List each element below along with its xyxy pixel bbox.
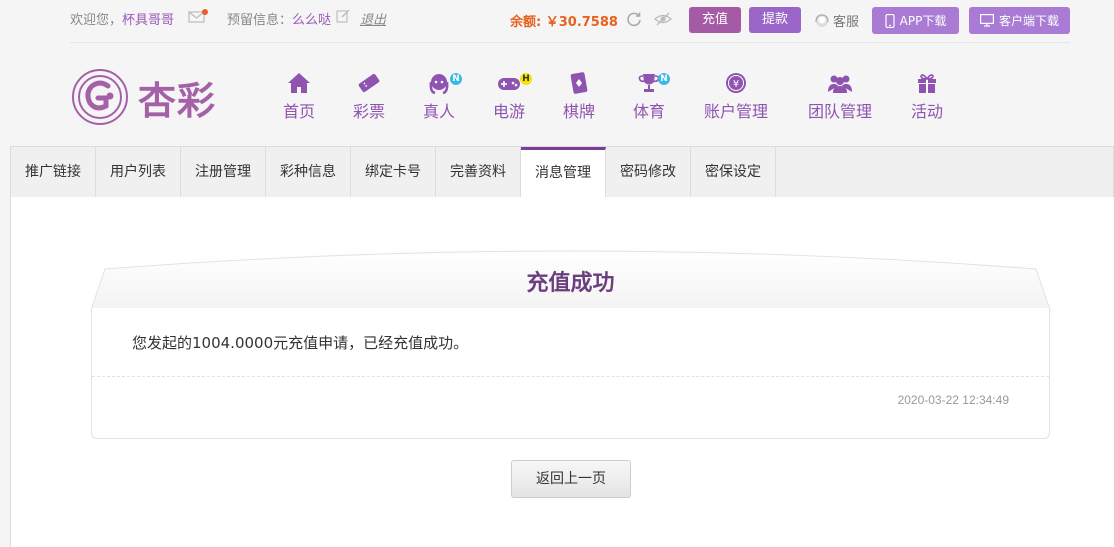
nav-label: 彩票	[352, 102, 385, 121]
top-bar: 欢迎您，杯具哥哥 预留信息：么么哒 退出 余额: ￥30.7588 充值 提款 …	[0, 0, 1114, 43]
reserve-prefix: 预留信息：	[227, 13, 293, 28]
monitor-icon	[979, 14, 994, 27]
team-icon	[828, 75, 852, 93]
message-card: 您发起的1004.0000元充值申请，已经充值成功。 2020-03-22 12…	[91, 308, 1050, 439]
tab-user-list[interactable]: 用户列表	[96, 147, 181, 197]
logout-link[interactable]: 退出	[360, 9, 386, 28]
nav-label: 电游	[492, 102, 525, 121]
nav-sports[interactable]: N 体育	[631, 72, 670, 122]
welcome-prefix: 欢迎您，	[70, 13, 123, 28]
client-download-button[interactable]: 客户端下载	[969, 7, 1070, 34]
nav-egame[interactable]: H 电游	[491, 72, 532, 122]
nav-home[interactable]: 首页	[281, 72, 317, 122]
tab-security[interactable]: 密保设定	[691, 147, 776, 197]
tab-profile[interactable]: 完善资料	[436, 147, 521, 197]
reserve-info: 预留信息：么么哒	[227, 9, 331, 28]
tab-lottery-info[interactable]: 彩种信息	[266, 147, 351, 197]
service-label: 客服	[833, 15, 860, 30]
tab-registration[interactable]: 注册管理	[181, 147, 266, 197]
yen-coin-icon: ¥	[726, 73, 746, 93]
message-body: 您发起的1004.0000元充值申请，已经充值成功。	[132, 334, 469, 352]
new-badge: N	[658, 73, 670, 85]
home-icon	[288, 73, 310, 93]
trophy-icon	[638, 74, 660, 92]
tab-messages[interactable]: 消息管理	[521, 147, 606, 198]
app-download-button[interactable]: APP下载	[872, 7, 959, 34]
nav-lottery[interactable]: 彩票	[351, 72, 387, 122]
live-dealer-icon	[429, 74, 449, 94]
gift-icon	[918, 74, 936, 93]
reserve-value: 么么哒	[292, 13, 332, 28]
nav-account[interactable]: ¥ 账户管理	[702, 72, 770, 122]
client-download-label: 客户端下载	[998, 14, 1059, 28]
nav-team[interactable]: 团队管理	[806, 72, 874, 122]
message-title: 充值成功	[526, 271, 615, 296]
nav-label: 团队管理	[807, 102, 872, 121]
top-divider	[70, 42, 1070, 43]
deposit-button[interactable]: 充值	[689, 7, 741, 33]
nav-label: 活动	[910, 102, 943, 121]
divider	[92, 376, 1049, 377]
nav-label: 真人	[422, 102, 455, 121]
headset-icon	[815, 13, 829, 27]
withdraw-button[interactable]: 提款	[749, 7, 801, 33]
nav-chess-cards[interactable]: 棋牌	[561, 72, 597, 122]
brand-name[interactable]: 杏彩	[138, 70, 216, 125]
message-panel: 充值成功 您发起的1004.0000元充值申请，已经充值成功。 2020-03-…	[10, 197, 1114, 547]
ticket-icon	[358, 73, 380, 93]
mail-icon[interactable]	[188, 9, 208, 23]
refresh-icon[interactable]	[626, 11, 642, 27]
welcome-text: 欢迎您，杯具哥哥	[70, 9, 174, 28]
username-link[interactable]: 杯具哥哥	[122, 13, 174, 28]
balance-display: 余额: ￥30.7588	[510, 15, 618, 30]
app-download-label: APP下载	[899, 14, 947, 28]
nav-label: 棋牌	[562, 102, 595, 121]
gamepad-icon	[498, 78, 520, 90]
cards-icon	[570, 72, 588, 94]
tab-bind-card[interactable]: 绑定卡号	[351, 147, 436, 197]
edit-icon[interactable]	[336, 9, 350, 23]
svg-text:¥: ¥	[733, 79, 739, 90]
nav-label: 首页	[282, 102, 315, 121]
phone-icon	[885, 13, 895, 28]
nav-label: 账户管理	[703, 102, 768, 121]
message-timestamp: 2020-03-22 12:34:49	[897, 393, 1009, 407]
hide-balance-icon[interactable]	[654, 11, 672, 27]
nav-live[interactable]: N 真人	[421, 72, 462, 122]
hot-badge: H	[520, 73, 532, 85]
customer-service-link[interactable]: 客服	[814, 11, 859, 30]
back-button[interactable]: 返回上一页	[511, 460, 631, 498]
nav-promotions[interactable]: 活动	[909, 72, 945, 122]
account-tabs: 推广链接 用户列表 注册管理 彩种信息 绑定卡号 完善资料 消息管理 密码修改 …	[10, 146, 1114, 198]
new-badge: N	[450, 73, 462, 85]
nav-label: 体育	[632, 102, 665, 121]
tab-promo-link[interactable]: 推广链接	[11, 147, 96, 197]
tab-password[interactable]: 密码修改	[606, 147, 691, 197]
